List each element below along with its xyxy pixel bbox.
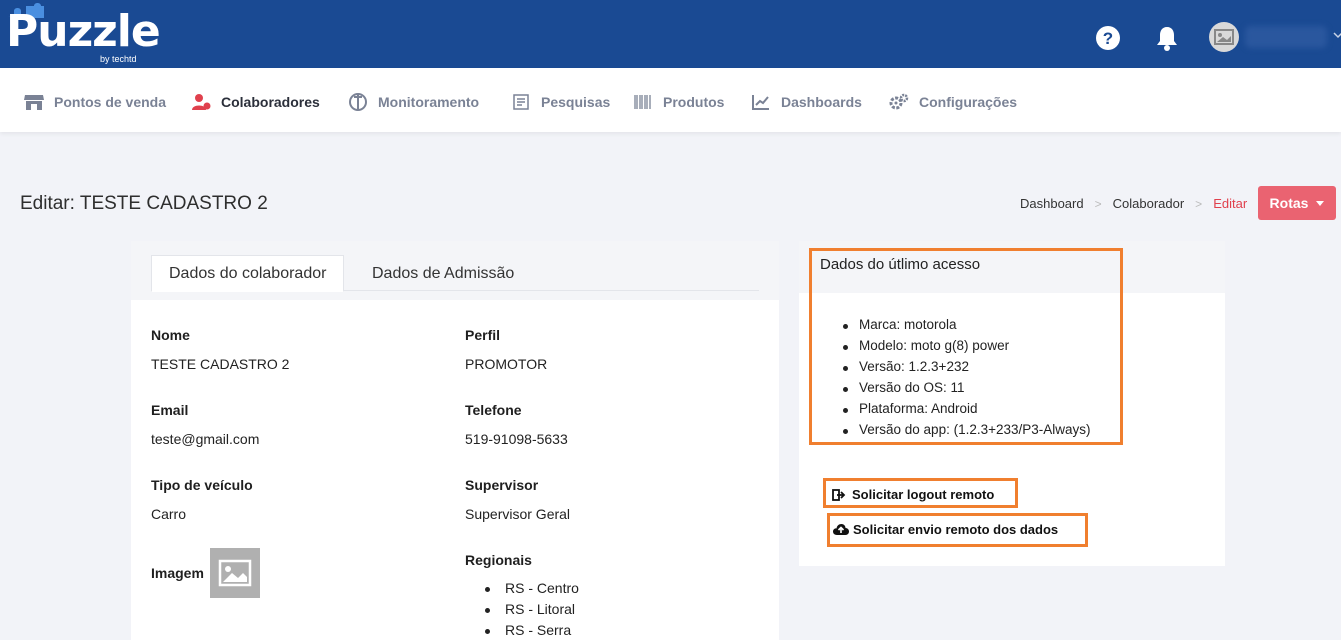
nav-item-dashboards[interactable]: Dashboards xyxy=(751,92,862,112)
telefone-value: 519-91098-5633 xyxy=(465,431,568,447)
users-icon xyxy=(191,93,211,111)
nav-item-pesquisas[interactable]: Pesquisas xyxy=(511,92,610,112)
bell-icon[interactable] xyxy=(1153,24,1181,52)
nav-item-produtos[interactable]: Produtos xyxy=(633,92,724,112)
breadcrumb-colaborador[interactable]: Colaborador xyxy=(1113,196,1185,211)
tab-dados-admissao[interactable]: Dados de Admissão xyxy=(355,255,531,292)
envio-highlight-box xyxy=(827,513,1088,547)
logo-subtext: by techtd xyxy=(100,54,137,64)
barcode-icon xyxy=(633,93,653,111)
top-header: Puzzle by techtd ? xyxy=(0,0,1341,68)
user-name-redacted[interactable] xyxy=(1245,26,1327,48)
breadcrumb-separator-icon: > xyxy=(1195,196,1203,211)
list-item: RS - Serra xyxy=(485,622,579,640)
ultimo-acesso-card: Dados do útlimo acesso Marca: motorola M… xyxy=(799,241,1225,566)
regionais-list: RS - Centro RS - Litoral RS - Serra xyxy=(485,580,579,640)
email-label: Email xyxy=(151,402,189,418)
colaborador-card: Dados do colaborador Dados de Admissão N… xyxy=(131,241,779,640)
breadcrumb-editar: Editar xyxy=(1213,196,1248,211)
svg-text:?: ? xyxy=(1103,29,1113,48)
perfil-value: PROMOTOR xyxy=(465,356,548,372)
chart-icon xyxy=(751,93,771,111)
monitor-icon xyxy=(348,93,368,111)
veiculo-label: Tipo de veículo xyxy=(151,477,253,493)
gears-icon xyxy=(889,93,909,111)
nav-label: Dashboards xyxy=(781,94,862,110)
store-icon xyxy=(24,93,44,111)
breadcrumb-dashboard[interactable]: Dashboard xyxy=(1020,196,1084,211)
breadcrumb-separator-icon: > xyxy=(1094,196,1102,211)
chevron-down-icon[interactable] xyxy=(1333,30,1341,40)
telefone-label: Telefone xyxy=(465,402,522,418)
rotas-label: Rotas xyxy=(1269,195,1309,211)
survey-icon xyxy=(511,93,531,111)
image-placeholder-icon xyxy=(218,559,252,587)
logo-text: Puzzle xyxy=(6,6,161,57)
list-item: RS - Litoral xyxy=(485,601,579,622)
email-value: teste@gmail.com xyxy=(151,431,260,447)
nav-item-configuracoes[interactable]: Configurações xyxy=(889,92,1017,112)
list-item: RS - Centro xyxy=(485,580,579,601)
supervisor-label: Supervisor xyxy=(465,477,539,493)
imagem-label: Imagem xyxy=(151,565,204,581)
puzzle-logo[interactable]: Puzzle by techtd xyxy=(4,2,161,66)
nav-item-monitoramento[interactable]: Monitoramento xyxy=(348,92,479,112)
nav-label: Produtos xyxy=(663,94,725,110)
avatar[interactable] xyxy=(1209,22,1239,52)
breadcrumb: Dashboard > Colaborador > Editar xyxy=(1020,196,1247,211)
veiculo-value: Carro xyxy=(151,506,187,522)
nav-label: Monitoramento xyxy=(378,94,480,110)
regionais-label: Regionais xyxy=(465,552,532,568)
caret-down-icon xyxy=(1316,200,1325,206)
main-nav: Pontos de venda Colaboradores Monitorame… xyxy=(0,68,1341,132)
nome-label: Nome xyxy=(151,327,190,343)
nav-label: Pesquisas xyxy=(541,94,611,110)
nav-item-colaboradores[interactable]: Colaboradores xyxy=(191,92,320,112)
help-icon[interactable]: ? xyxy=(1094,24,1122,52)
nav-label: Pontos de venda xyxy=(54,94,167,110)
nome-value: TESTE CADASTRO 2 xyxy=(151,356,290,372)
nav-item-pontos-de-venda[interactable]: Pontos de venda xyxy=(24,92,166,112)
nav-label: Colaboradores xyxy=(221,94,320,110)
nav-label: Configurações xyxy=(919,94,1018,110)
access-highlight-box xyxy=(809,248,1123,445)
tab-dados-colaborador[interactable]: Dados do colaborador xyxy=(151,255,345,292)
logout-highlight-box xyxy=(823,478,1018,508)
avatar-image-icon xyxy=(1214,29,1234,45)
page-title: Editar: TESTE CADASTRO 2 xyxy=(20,193,268,214)
rotas-dropdown-button[interactable]: Rotas xyxy=(1258,186,1336,220)
supervisor-value: Supervisor Geral xyxy=(465,506,571,522)
profile-image-placeholder[interactable] xyxy=(210,548,260,598)
perfil-label: Perfil xyxy=(465,327,501,343)
